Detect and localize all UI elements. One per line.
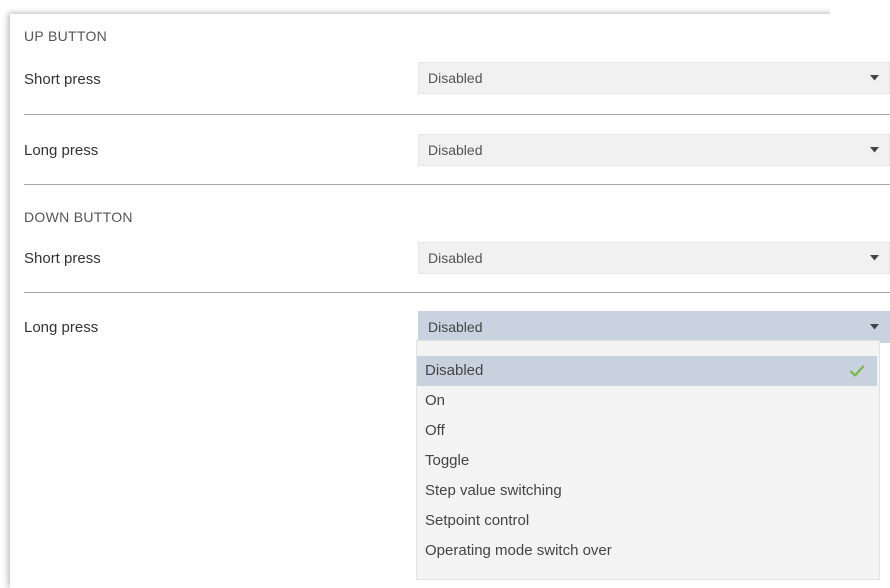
chevron-down-icon xyxy=(869,73,879,83)
down-long-press-label: Long press xyxy=(24,319,99,336)
corner-decoration xyxy=(830,4,890,30)
option-label: Operating mode switch over xyxy=(425,542,612,559)
chevron-down-icon xyxy=(869,145,879,155)
dropdown-option-on[interactable]: On xyxy=(417,386,877,416)
dropdown-option-off[interactable]: Off xyxy=(417,416,877,446)
up-long-press-select[interactable]: Disabled xyxy=(418,134,890,166)
dropdown-option-step-value-switching[interactable]: Step value switching xyxy=(417,476,877,506)
option-label: On xyxy=(425,392,446,409)
divider xyxy=(24,114,890,115)
divider xyxy=(24,184,890,185)
up-button-section-title: UP BUTTON xyxy=(24,28,108,44)
option-label: Step value switching xyxy=(425,482,562,499)
select-value: Disabled xyxy=(428,319,483,335)
up-long-press-label: Long press xyxy=(24,142,99,159)
up-short-press-label: Short press xyxy=(24,71,101,88)
divider xyxy=(24,292,890,293)
option-label: Toggle xyxy=(425,452,470,469)
dropdown-option-toggle[interactable]: Toggle xyxy=(417,446,877,476)
dropdown-option-setpoint-control[interactable]: Setpoint control xyxy=(417,506,877,536)
check-icon xyxy=(849,363,865,379)
chevron-down-icon xyxy=(869,322,879,332)
option-label: Off xyxy=(425,422,445,439)
option-label: Disabled xyxy=(425,362,484,379)
select-value: Disabled xyxy=(428,70,483,86)
down-short-press-label: Short press xyxy=(24,250,101,267)
up-short-press-select[interactable]: Disabled xyxy=(418,62,890,94)
select-value: Disabled xyxy=(428,250,483,266)
down-long-press-select[interactable]: Disabled xyxy=(418,311,890,343)
dropdown-list: Disabled On Off Toggle Step value switch… xyxy=(416,340,880,580)
select-value: Disabled xyxy=(428,142,483,158)
down-short-press-select[interactable]: Disabled xyxy=(418,242,890,274)
down-button-section-title: DOWN BUTTON xyxy=(24,209,133,225)
chevron-down-icon xyxy=(869,253,879,263)
dropdown-option-disabled[interactable]: Disabled xyxy=(417,356,877,386)
option-label: Setpoint control xyxy=(425,512,530,529)
dropdown-option-operating-mode-switch-over[interactable]: Operating mode switch over xyxy=(417,536,877,566)
